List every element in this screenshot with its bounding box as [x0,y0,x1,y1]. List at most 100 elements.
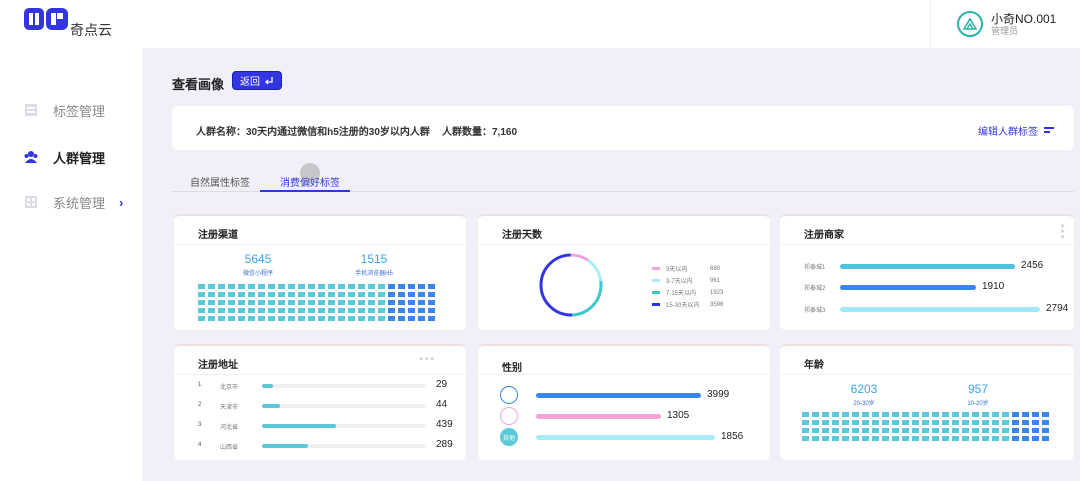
waffle-cell [922,420,929,425]
waffle-cell [822,436,829,441]
waffle-cell [882,428,889,433]
waffle-cell [318,300,325,305]
waffle-cell [822,428,829,433]
crowd-info-bar: 人群名称：30天内通过微信和h5注册的30岁以内人群 人群数量：7,160 编辑… [172,106,1074,150]
card-register-address: 注册地址 ••• 1 北京市 29 2 天津市 44 3 河北省 439 4 山西省 … [174,344,466,460]
legend-value: 680 [710,265,721,272]
waffle-cell [288,292,295,297]
back-button-label: 返回 [240,77,260,88]
top-bar: 小奇NO.001 管理员 [142,0,1080,48]
waffle-cell [812,412,819,417]
waffle-cell [268,316,275,321]
region-bar-fill [262,444,308,448]
gender-bar [536,414,661,419]
waffle-cell [388,308,395,313]
waffle-cell [248,300,255,305]
more-options-icon[interactable]: ••• [419,354,436,365]
people-icon [24,150,38,164]
waffle-cell [912,412,919,417]
waffle-cell [872,412,879,417]
waffle-cell [298,316,305,321]
waffle-cell [1012,412,1019,417]
waffle-cell [418,316,425,321]
tab-natural-attributes[interactable]: 自然属性标签 [190,174,250,189]
waffle-cell [298,292,305,297]
waffle-cell [992,420,999,425]
card-gender: 性别 3999 1305 其他 1856 [478,344,770,460]
waffle-cell [368,284,375,289]
waffle-cell [882,420,889,425]
waffle-cell [338,292,345,297]
waffle-cell [418,284,425,289]
waffle-cell [872,436,879,441]
waffle-cell [268,300,275,305]
waffle-cell [288,308,295,313]
waffle-cell [388,316,395,321]
waffle-cell [872,420,879,425]
waffle-cell [842,428,849,433]
waffle-cell [902,436,909,441]
user-menu[interactable]: 小奇NO.001 管理员 [930,0,1080,48]
sidebar-item-system[interactable]: 系统管理 › [0,182,142,222]
waffle-cell [208,300,215,305]
waffle-cell [982,428,989,433]
waffle-cell [1002,412,1009,417]
active-tab-indicator [260,190,350,192]
waffle-cell [218,316,225,321]
waffle-cell [892,428,899,433]
stat-value: 6203 [850,382,878,396]
waffle-cell [872,428,879,433]
waffle-cell [418,300,425,305]
waffle-cell [368,316,375,321]
more-options-icon[interactable]: ••• [1056,224,1067,241]
waffle-cell [1002,420,1009,425]
waffle-cell [288,316,295,321]
waffle-cell [952,428,959,433]
legend-swatch [652,291,660,294]
waffle-cell [942,412,949,417]
unknown-icon: 其他 [500,428,518,446]
waffle-cell [952,412,959,417]
waffle-cell [358,300,365,305]
merchant-bar [840,264,1015,269]
waffle-cell [278,292,285,297]
waffle-cell [378,308,385,313]
avatar [957,11,983,37]
waffle-cell [348,300,355,305]
waffle-cell [278,316,285,321]
waffle-cell [368,292,375,297]
waffle-cell [1022,428,1029,433]
card-divider [780,244,1074,245]
legend-value: 3596 [710,301,724,308]
waffle-cell [892,412,899,417]
waffle-cell [308,300,315,305]
sidebar-item-crowds[interactable]: 人群管理 [0,137,142,177]
waffle-cell [1002,436,1009,441]
waffle-cell [208,292,215,297]
waffle-cell [248,292,255,297]
card-divider [478,374,770,375]
card-title: 注册天数 [502,230,542,241]
region-name: 山西省 [220,445,239,451]
waffle-cell [198,292,205,297]
waffle-cell [902,412,909,417]
sidebar-item-label: 标签管理 [53,103,106,119]
brand-logo[interactable]: 奇点云 [22,4,122,42]
legend-item: 7-15天以内 1923 [652,288,723,297]
waffle-cell [378,300,385,305]
edit-crowd-tags-link[interactable]: 编辑人群标签 [978,123,1054,138]
waffle-cell [228,300,235,305]
back-button[interactable]: 返回 [232,71,282,90]
waffle-cell [238,292,245,297]
waffle-cell [952,420,959,425]
waffle-cell [1042,428,1049,433]
waffle-cell [912,436,919,441]
sidebar-item-tags[interactable]: 标签管理 [0,90,142,130]
waffle-cell [208,308,215,313]
waffle-cell [268,284,275,289]
waffle-cell [1042,420,1049,425]
legend-label: 7-15天以内 [666,291,697,297]
waffle-cell [288,300,295,305]
waffle-cell [368,300,375,305]
waffle-cell [318,308,325,313]
